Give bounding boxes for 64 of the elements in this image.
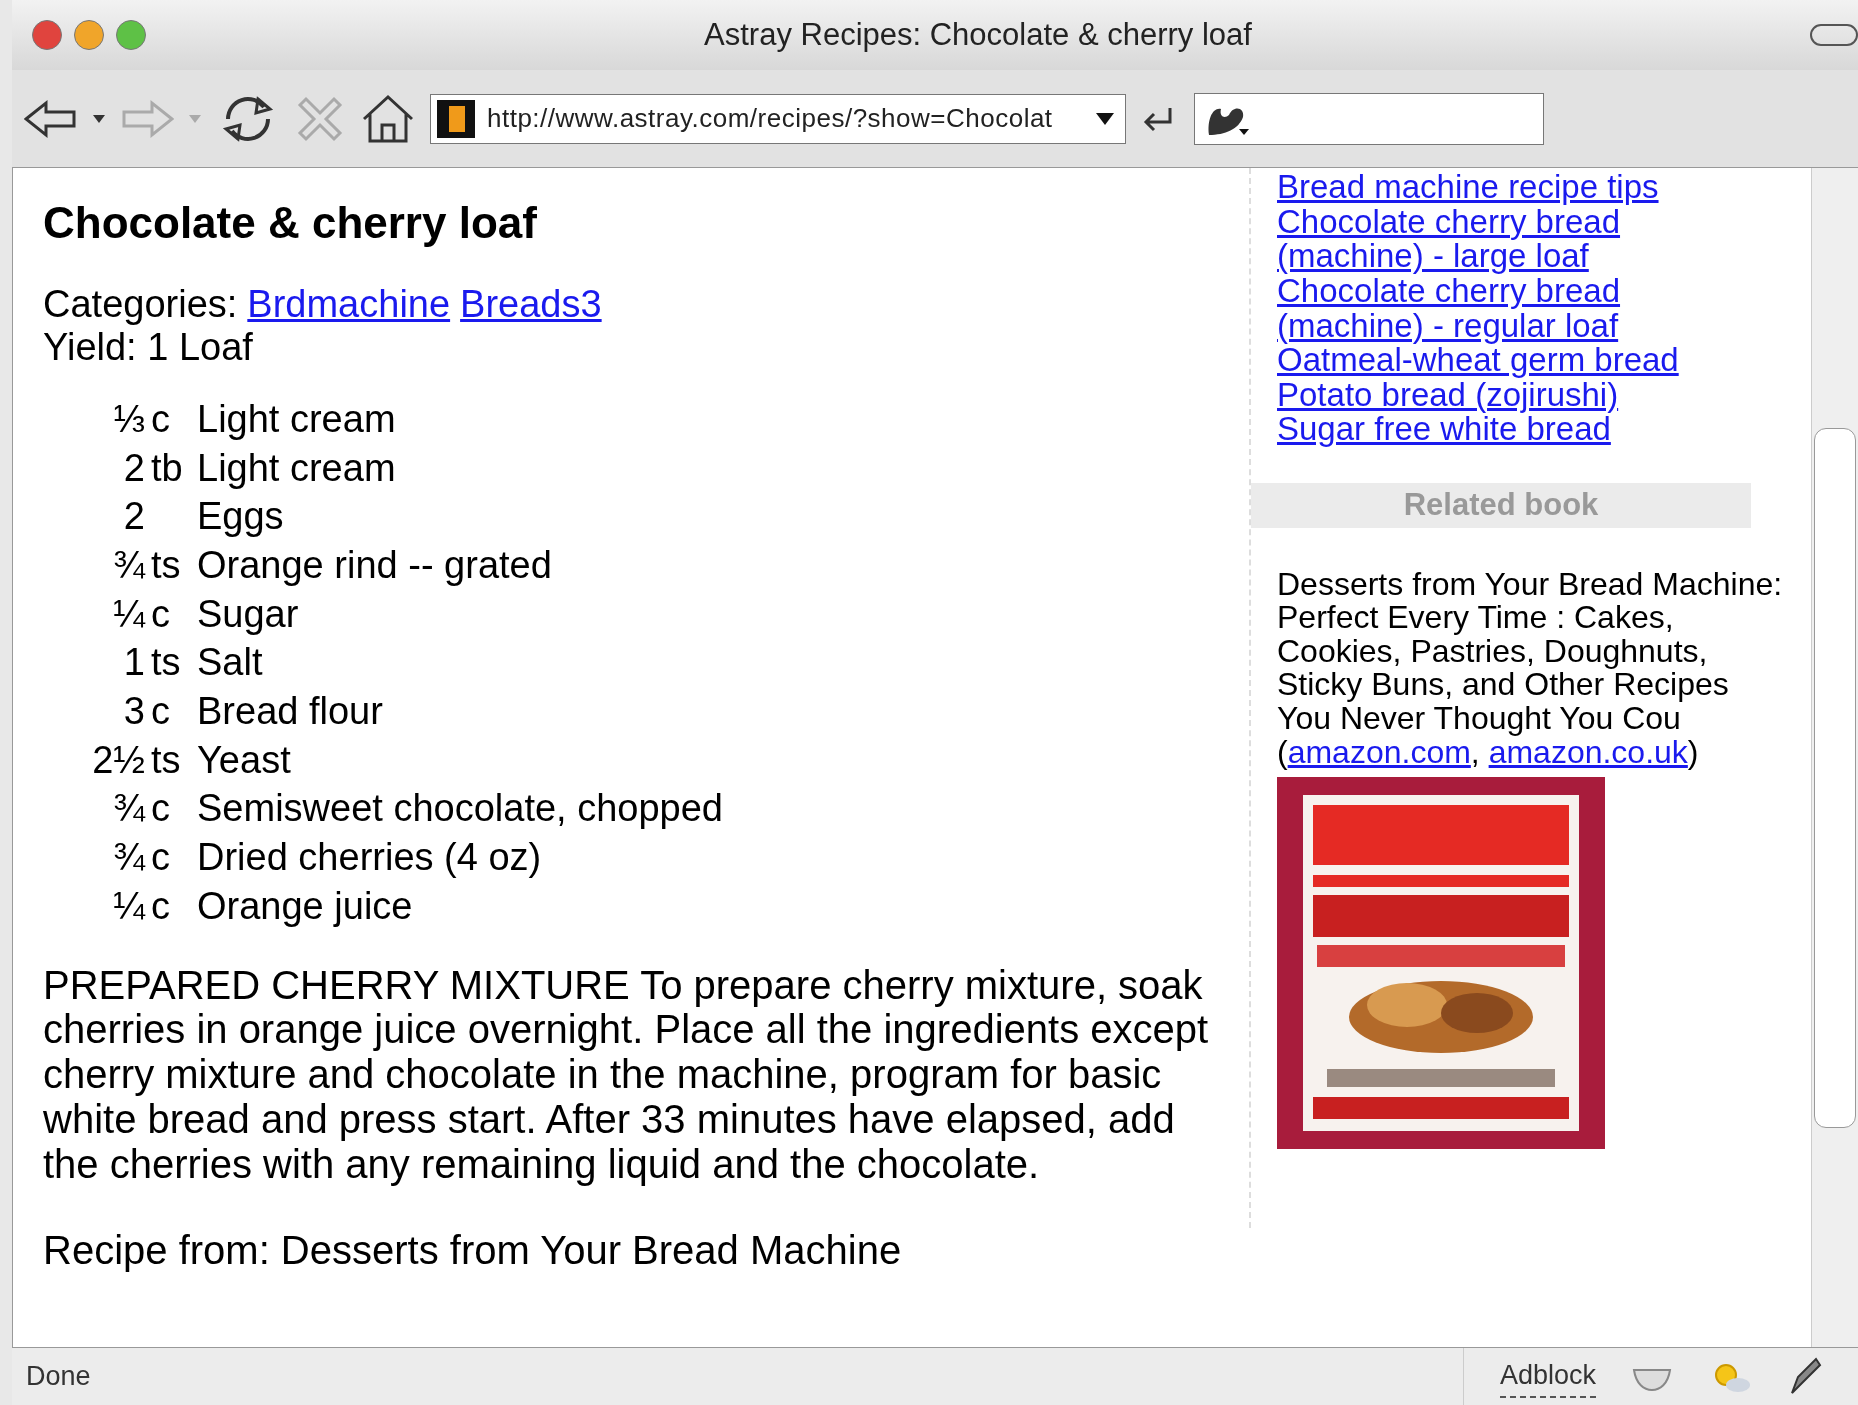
- window-control-icon[interactable]: [116, 20, 146, 50]
- ingredient-quantity: ¾: [112, 544, 145, 588]
- ingredient-unit: ts: [151, 641, 181, 684]
- ingredient-quantity: 2: [122, 446, 145, 491]
- ingredient-unit: ts: [151, 738, 181, 781]
- pen-icon[interactable]: [1788, 1356, 1822, 1397]
- site-icon: [437, 99, 475, 138]
- window-title: Astray Recipes: Chocolate & cherry loaf: [704, 15, 1252, 54]
- book-description: Desserts from Your Bread Machine: Perfect Every Time : Cakes, Cookies, Pastries, Doughnuts, Sticky Buns, and Other Recipes You Never Thought You Cou (amazon.com, amazon.co.uk): [1277, 567, 1784, 770]
- related-recipe-link[interactable]: Chocolate cherry bread (machine) - regular loaf: [1277, 273, 1751, 344]
- ingredient-unit: c: [151, 690, 170, 733]
- ingredient-unit: tb: [151, 446, 183, 489]
- ingredient-name: Semisweet chocolate, chopped: [197, 787, 724, 832]
- ingredient-quantity: 2: [122, 495, 145, 540]
- adblock-button[interactable]: Adblock: [1499, 1355, 1596, 1398]
- ingredient-unit: c: [151, 397, 170, 440]
- amazon-link[interactable]: amazon.com: [1287, 733, 1471, 770]
- directions-text: PREPARED CHERRY MIXTURE To prepare cherry mixture, soak cherries in orange juice overnight. Place all the ingredients except cherry mixture and chocolate in the machine, program for basic white bread and press start. After 33 minutes have elapsed, add the cherries with any remaining liquid and the chocolate.: [43, 962, 1210, 1187]
- ingredient-quantity: ¼: [112, 884, 145, 929]
- ingredient-unit: c: [151, 884, 170, 927]
- ingredient-unit: c: [151, 787, 170, 830]
- related-book-heading: Related book: [1251, 483, 1751, 528]
- dropdown-caret-icon[interactable]: [1095, 111, 1115, 126]
- yield-text: Yield: 1 Loaf: [43, 326, 254, 370]
- related-recipe-link[interactable]: Potato bread (zojirushi): [1277, 377, 1751, 413]
- back-arrow-icon[interactable]: [24, 98, 78, 139]
- ingredient-quantity: 3: [122, 690, 145, 734]
- ingredient-unit: c: [151, 592, 170, 635]
- related-recipe-link[interactable]: Chocolate cherry bread (machine) - large loaf: [1277, 204, 1751, 274]
- ingredient-name: Salt: [197, 641, 264, 686]
- ingredient-quantity: ⅓: [112, 397, 145, 442]
- dropdown-caret-icon[interactable]: [92, 113, 106, 124]
- ingredient-name: Orange rind -- grated: [197, 544, 553, 588]
- recipe-source: Recipe from: Desserts from Your Bread Machine: [43, 1226, 903, 1273]
- related-recipe-link[interactable]: Bread machine recipe tips: [1277, 170, 1751, 205]
- related-recipe-link[interactable]: Oatmeal-wheat germ bread: [1277, 343, 1751, 378]
- ingredient-quantity: 2½: [91, 738, 145, 783]
- scrollbar[interactable]: [1811, 168, 1858, 1347]
- ingredient-unit: c: [151, 836, 170, 879]
- window-control-icon[interactable]: [32, 20, 62, 50]
- ingredient-name: Yeast: [197, 738, 292, 783]
- ingredient-quantity: 1: [122, 641, 145, 686]
- ingredient-name: Dried cherries (4 oz): [197, 836, 543, 880]
- home-icon[interactable]: [360, 92, 416, 145]
- status-text: Done: [25, 1360, 92, 1394]
- related-recipe-link[interactable]: Sugar free white bread: [1277, 412, 1751, 448]
- ingredient-name: Orange juice: [197, 884, 414, 929]
- categories-label: Categories:: [43, 282, 238, 327]
- category-link[interactable]: Brdmachine: [247, 282, 451, 327]
- ingredient-name: Light cream: [197, 397, 397, 442]
- address-field[interactable]: http://www.astray.com/recipes/?show=Chocolat: [430, 93, 1126, 144]
- ingredient-quantity: ¾: [112, 836, 145, 880]
- ingredient-name: Bread flour: [197, 690, 384, 734]
- ingredient-quantity: ¾: [112, 787, 145, 832]
- search-field[interactable]: [1194, 92, 1544, 145]
- ingredient-quantity: ¼: [112, 592, 145, 637]
- recipe-title: Chocolate & cherry loaf: [43, 198, 538, 249]
- ingredient-unit: ts: [151, 544, 181, 587]
- ingredient-name: Eggs: [197, 495, 285, 540]
- ingredient-name: Sugar: [197, 592, 300, 637]
- toolbar-toggle-icon[interactable]: [1810, 24, 1858, 46]
- category-link[interactable]: Breads3: [460, 282, 602, 327]
- ingredient-name: Light cream: [197, 446, 397, 491]
- window-control-icon[interactable]: [74, 20, 104, 50]
